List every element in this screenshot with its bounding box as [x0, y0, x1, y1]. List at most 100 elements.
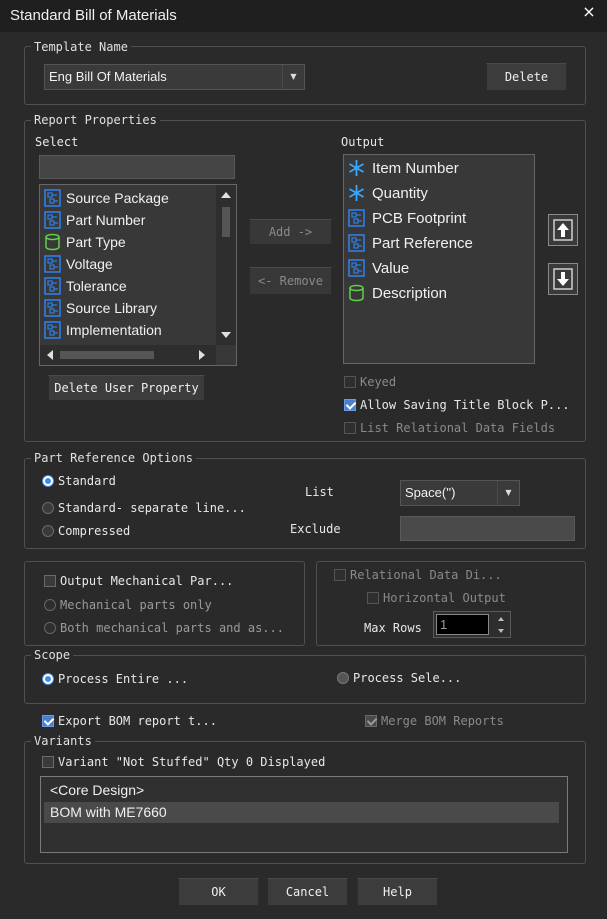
scope-legend: Scope	[31, 648, 74, 662]
select-list-horizontal-scrollbar[interactable]	[40, 345, 216, 365]
standard-separate-label: Standard- separate line...	[58, 501, 246, 515]
report-properties-legend: Report Properties	[31, 113, 160, 127]
variants-list[interactable]: <Core Design> BOM with ME7660	[40, 776, 568, 853]
allow-saving-checkbox[interactable]: Allow Saving Title Block P...	[344, 398, 570, 412]
output-property-list[interactable]: Item Number Quantity PCB Footprint Part …	[343, 154, 535, 364]
ok-button[interactable]: OK	[178, 878, 259, 906]
process-selection-label: Process Sele...	[353, 671, 462, 685]
max-rows-stepper[interactable]: 1	[433, 611, 511, 638]
remove-button[interactable]: <- Remove	[249, 267, 332, 295]
scroll-up-icon[interactable]	[220, 191, 232, 199]
select-item[interactable]: Tolerance	[44, 275, 127, 297]
chevron-down-icon: ▼	[497, 481, 519, 505]
property-search-input[interactable]	[39, 155, 235, 179]
process-selection-radio[interactable]: Process Sele...	[337, 671, 461, 685]
output-item[interactable]: PCB Footprint	[348, 207, 466, 229]
mechanical-only-label: Mechanical parts only	[60, 598, 212, 612]
select-item[interactable]: Source Package	[44, 187, 169, 209]
keyed-checkbox-box[interactable]	[344, 376, 356, 388]
max-rows-input[interactable]: 1	[436, 614, 489, 635]
select-property-list[interactable]: Source Package Part Number Part Type Vol…	[39, 184, 237, 366]
move-up-button[interactable]	[548, 214, 578, 246]
output-item[interactable]: Quantity	[348, 182, 428, 204]
list-separator-select[interactable]: Space('') ▼	[400, 480, 520, 506]
compressed-radio-dot[interactable]	[42, 525, 54, 537]
export-bom-checkbox-box[interactable]	[42, 715, 54, 727]
select-item[interactable]: Voltage	[44, 253, 113, 275]
standard-radio-dot[interactable]	[42, 475, 54, 487]
move-down-button[interactable]	[548, 263, 578, 295]
scroll-down-icon[interactable]	[220, 331, 232, 339]
output-item[interactable]: Item Number	[348, 157, 459, 179]
standard-radio[interactable]: Standard	[42, 474, 116, 488]
delete-user-property-button[interactable]: Delete User Property	[48, 375, 205, 401]
help-button[interactable]: Help	[357, 878, 438, 906]
template-name-select[interactable]: Eng Bill Of Materials ▼	[44, 64, 305, 90]
process-entire-radio[interactable]: Process Entire ...	[42, 672, 188, 686]
merge-bom-label: Merge BOM Reports	[381, 714, 504, 728]
delete-template-button[interactable]: Delete	[486, 63, 567, 91]
allow-saving-checkbox-box[interactable]	[344, 399, 356, 411]
select-item[interactable]: Implementation	[44, 319, 162, 341]
merge-bom-checkbox[interactable]: Merge BOM Reports	[365, 714, 504, 728]
output-mechanical-label: Output Mechanical Par...	[60, 574, 234, 588]
relational-data-checkbox[interactable]: Relational Data Di...	[334, 568, 502, 582]
part-reference-legend: Part Reference Options	[31, 451, 196, 465]
decrement-icon[interactable]	[497, 628, 505, 634]
property-icon	[44, 299, 61, 317]
scroll-right-icon[interactable]	[198, 349, 206, 361]
mechanical-both-label: Both mechanical parts and as...	[60, 621, 284, 635]
asterisk-icon	[349, 160, 364, 176]
export-bom-checkbox[interactable]: Export BOM report t...	[42, 714, 217, 728]
merge-bom-checkbox-box[interactable]	[365, 715, 377, 727]
not-stuffed-checkbox-box[interactable]	[42, 756, 54, 768]
horizontal-output-checkbox-box[interactable]	[367, 592, 379, 604]
compressed-label: Compressed	[58, 524, 131, 538]
horizontal-output-checkbox[interactable]: Horizontal Output	[367, 591, 506, 605]
mechanical-both-radio-dot[interactable]	[44, 622, 56, 634]
increment-icon[interactable]	[497, 616, 505, 622]
variant-item-selected[interactable]: BOM with ME7660	[44, 802, 559, 823]
select-list-vertical-scrollbar[interactable]	[216, 185, 236, 345]
select-item[interactable]: Part Type	[44, 231, 126, 253]
scroll-thumb[interactable]	[222, 207, 230, 237]
mechanical-only-radio-dot[interactable]	[44, 599, 56, 611]
max-rows-label: Max Rows	[364, 621, 422, 635]
mechanical-only-radio[interactable]: Mechanical parts only	[44, 598, 212, 612]
compressed-radio[interactable]: Compressed	[42, 524, 130, 538]
arrow-down-icon	[553, 268, 573, 290]
export-bom-label: Export BOM report t...	[58, 714, 217, 728]
select-item-label: Part Type	[66, 234, 126, 250]
select-item[interactable]: Part Number	[44, 209, 145, 231]
keyed-checkbox[interactable]: Keyed	[344, 375, 396, 389]
add-button[interactable]: Add ->	[249, 219, 332, 245]
exclude-input[interactable]	[400, 516, 575, 541]
list-relational-checkbox[interactable]: List Relational Data Fields	[344, 421, 555, 435]
scroll-left-icon[interactable]	[46, 349, 54, 361]
close-button[interactable]: ×	[578, 2, 600, 24]
horizontal-scroll-thumb[interactable]	[60, 351, 154, 359]
output-mechanical-checkbox[interactable]: Output Mechanical Par...	[44, 574, 233, 588]
output-item[interactable]: Value	[348, 257, 409, 279]
window-title: Standard Bill of Materials	[10, 7, 177, 24]
process-selection-radio-dot[interactable]	[337, 672, 349, 684]
cancel-button[interactable]: Cancel	[267, 878, 348, 906]
template-name-value: Eng Bill Of Materials	[49, 69, 167, 84]
list-relational-checkbox-box[interactable]	[344, 422, 356, 434]
mechanical-both-radio[interactable]: Both mechanical parts and as...	[44, 621, 284, 635]
not-stuffed-checkbox[interactable]: Variant "Not Stuffed" Qty 0 Displayed	[42, 755, 325, 769]
output-mechanical-checkbox-box[interactable]	[44, 575, 56, 587]
list-relational-label: List Relational Data Fields	[360, 421, 556, 435]
standard-separate-radio-dot[interactable]	[42, 502, 54, 514]
select-item-label: Tolerance	[66, 278, 127, 294]
variant-item[interactable]: <Core Design>	[44, 780, 559, 801]
relational-data-checkbox-box[interactable]	[334, 569, 346, 581]
not-stuffed-label: Variant "Not Stuffed" Qty 0 Displayed	[58, 755, 326, 769]
standard-separate-radio[interactable]: Standard- separate line...	[42, 501, 246, 515]
property-icon	[44, 189, 61, 207]
process-entire-radio-dot[interactable]	[42, 673, 54, 685]
output-label: Output	[341, 135, 385, 149]
output-item[interactable]: Description	[348, 282, 447, 304]
output-item[interactable]: Part Reference	[348, 232, 473, 254]
select-item[interactable]: Source Library	[44, 297, 157, 319]
